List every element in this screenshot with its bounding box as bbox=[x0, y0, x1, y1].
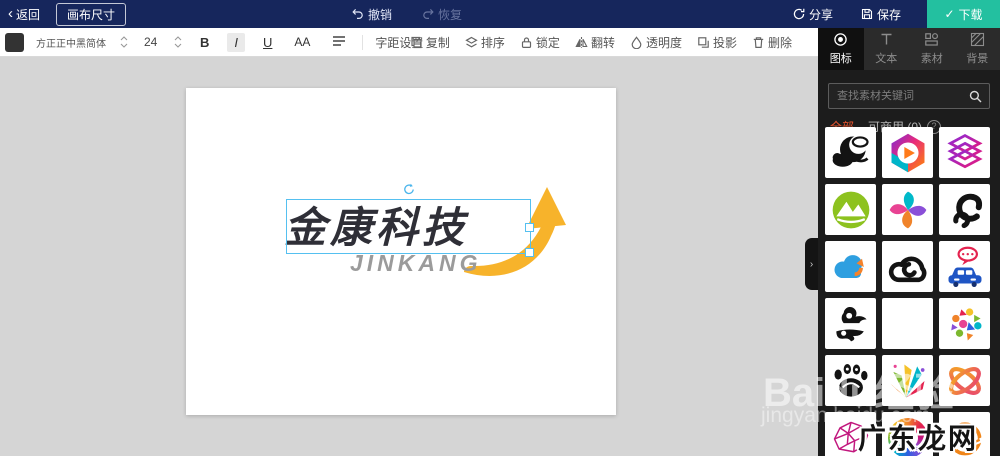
tab-material[interactable]: 素材 bbox=[909, 28, 955, 70]
undo-icon bbox=[352, 8, 363, 19]
selection-box[interactable] bbox=[286, 183, 534, 257]
underline-button[interactable]: U bbox=[259, 33, 276, 52]
sidebar-collapse-button[interactable]: › bbox=[805, 238, 818, 290]
text-color-swatch[interactable] bbox=[5, 32, 24, 52]
grid-icon-clouds-moon-black[interactable] bbox=[825, 127, 876, 178]
align-button[interactable] bbox=[328, 33, 350, 52]
bold-button[interactable]: B bbox=[196, 33, 213, 52]
sidebar-tabs: 图标 文本 素材 背景 bbox=[818, 28, 1000, 70]
gdlongwang-watermark: 广东龙网 bbox=[858, 423, 979, 454]
lock-icon bbox=[521, 36, 532, 48]
grid-icon-cloud-outline-black[interactable] bbox=[882, 241, 933, 292]
share-icon bbox=[793, 8, 805, 20]
resize-handle-bottom-right[interactable] bbox=[525, 248, 534, 257]
share-button[interactable]: 分享 bbox=[793, 6, 833, 23]
save-label: 保存 bbox=[877, 7, 902, 22]
save-button[interactable]: 保存 bbox=[861, 6, 901, 23]
opacity-button[interactable]: 透明度 bbox=[630, 34, 682, 51]
logo-mark-icon bbox=[834, 33, 847, 46]
case-button[interactable]: AA bbox=[290, 33, 314, 51]
redo-button[interactable]: 恢复 bbox=[422, 6, 462, 23]
tab-icons[interactable]: 图标 bbox=[818, 28, 864, 70]
lock-button[interactable]: 锁定 bbox=[520, 34, 560, 51]
italic-button[interactable]: I bbox=[227, 32, 246, 52]
font-select[interactable]: 方正正中黑简体 bbox=[36, 35, 128, 50]
flip-icon bbox=[575, 36, 588, 48]
save-icon bbox=[861, 8, 873, 20]
download-button[interactable]: ✓ 下载 bbox=[927, 0, 1000, 28]
grid-icon-car-chat-blue[interactable] bbox=[939, 241, 990, 292]
align-icon bbox=[333, 35, 346, 46]
logo-text-en[interactable]: JINKANG bbox=[350, 250, 482, 277]
font-name: 方正正中黑简体 bbox=[36, 38, 106, 50]
grid-icon-mountain-circle-green[interactable] bbox=[825, 184, 876, 235]
search-input[interactable] bbox=[829, 90, 969, 102]
tab-background[interactable]: 背景 bbox=[955, 28, 1000, 70]
stepper-icon[interactable] bbox=[120, 35, 128, 49]
background-icon bbox=[970, 32, 984, 47]
trash-icon bbox=[753, 36, 764, 48]
artboard[interactable]: 金康科技 JINKANG bbox=[186, 88, 616, 415]
grid-icon-brain-mosaic-colorful[interactable] bbox=[939, 298, 990, 349]
flip-button[interactable]: 翻转 bbox=[575, 34, 615, 51]
grid-icon-pinwheel-colorful[interactable] bbox=[882, 184, 933, 235]
shadow-icon bbox=[698, 36, 709, 48]
material-icon bbox=[925, 33, 939, 46]
app-window: ‹ 返回 画布尺寸 撤销 恢复 分享 保存 ✓ 下载 方正正中黑简体 24 B … bbox=[0, 0, 1000, 456]
object-tools: 复制 排序 锁定 翻转 透明度 投影 删除 bbox=[410, 34, 792, 51]
text-icon bbox=[881, 33, 892, 45]
redo-label: 恢复 bbox=[438, 7, 463, 22]
grid-icon-cloud-swirl-black[interactable] bbox=[939, 184, 990, 235]
tab-text[interactable]: 文本 bbox=[864, 28, 910, 70]
rotate-handle[interactable] bbox=[403, 183, 415, 195]
grid-icon-stacked-diamonds-purple[interactable] bbox=[939, 127, 990, 178]
undo-button[interactable]: 撤销 bbox=[352, 6, 392, 23]
copy-button[interactable]: 复制 bbox=[410, 34, 450, 51]
shadow-button[interactable]: 投影 bbox=[697, 34, 737, 51]
arrange-button[interactable]: 排序 bbox=[465, 34, 505, 51]
resize-handle-right[interactable] bbox=[525, 222, 534, 232]
grid-icon-chinese-cloud-black[interactable] bbox=[825, 298, 876, 349]
search-icon[interactable] bbox=[969, 90, 982, 103]
copy-icon bbox=[411, 36, 422, 48]
check-icon: ✓ bbox=[944, 7, 955, 21]
download-label: 下载 bbox=[958, 7, 983, 22]
stepper-icon[interactable] bbox=[174, 35, 182, 49]
undo-label: 撤销 bbox=[368, 7, 393, 22]
back-label: 返回 bbox=[16, 7, 41, 22]
chevron-right-icon: › bbox=[809, 258, 814, 270]
share-label: 分享 bbox=[809, 7, 834, 22]
delete-button[interactable]: 删除 bbox=[752, 34, 792, 51]
material-search bbox=[828, 83, 990, 109]
divider bbox=[362, 34, 364, 50]
layers-icon bbox=[465, 36, 478, 47]
droplet-icon bbox=[631, 35, 642, 49]
grid-icon-cloud-blue-orange[interactable] bbox=[825, 241, 876, 292]
chevron-left-icon: ‹ bbox=[8, 4, 13, 22]
font-size-control bbox=[142, 34, 182, 50]
redo-icon bbox=[423, 8, 434, 19]
grid-icon-hexagon-play-gradient[interactable] bbox=[882, 127, 933, 178]
top-bar: ‹ 返回 画布尺寸 撤销 恢复 分享 保存 ✓ 下载 bbox=[0, 0, 1000, 28]
back-button[interactable]: ‹ 返回 bbox=[8, 6, 40, 23]
history-group: 撤销 恢复 bbox=[352, 0, 462, 28]
canvas-size-button[interactable]: 画布尺寸 bbox=[56, 2, 127, 26]
grid-icon-blank[interactable] bbox=[882, 298, 933, 349]
font-size-input[interactable] bbox=[142, 34, 168, 50]
format-toolbar: 方正正中黑简体 B I U AA 字距设置 复制 排序 锁定 bbox=[0, 28, 818, 57]
